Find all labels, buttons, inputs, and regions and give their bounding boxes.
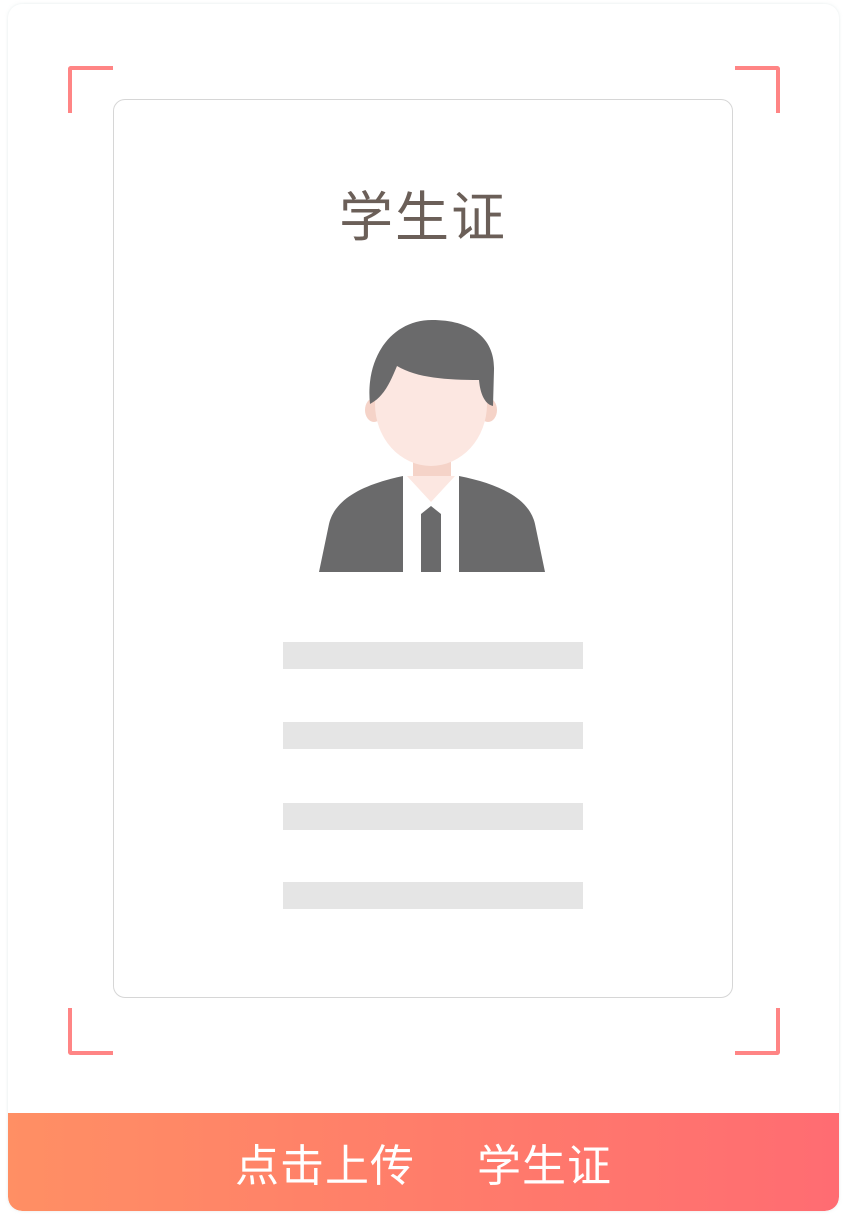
scan-corner-top-right (735, 66, 780, 113)
scan-corner-bottom-right (735, 1008, 780, 1055)
id-card-sample[interactable]: 学生证 (113, 99, 733, 998)
upload-frame: 学生证 点击上传 学生证 (8, 4, 839, 1211)
placeholder-line-4 (283, 882, 583, 909)
upload-document-label: 学生证 (477, 1141, 612, 1192)
scan-corner-bottom-left (68, 1008, 113, 1055)
upload-student-id-button[interactable]: 点击上传 学生证 (8, 1113, 839, 1211)
person-avatar-icon (319, 320, 545, 572)
placeholder-line-3 (283, 803, 583, 830)
placeholder-line-2 (283, 722, 583, 749)
page: 学生证 点击上传 学生证 (0, 0, 846, 1221)
avatar-tie (421, 506, 441, 572)
placeholder-line-1 (283, 642, 583, 669)
card-title: 学生证 (339, 186, 507, 249)
scan-corner-top-left (68, 66, 113, 113)
upload-action-label: 点击上传 (235, 1141, 415, 1192)
